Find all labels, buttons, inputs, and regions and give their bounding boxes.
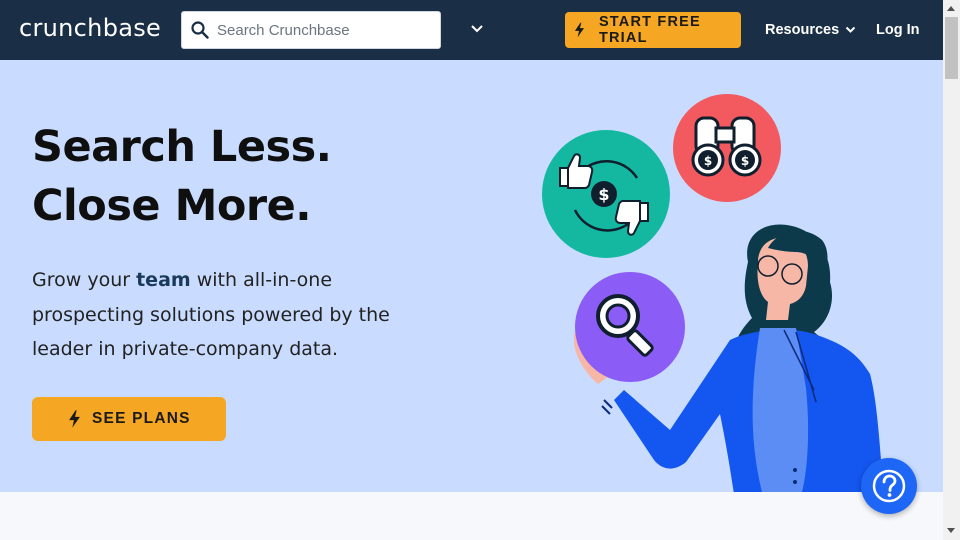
resources-menu[interactable]: Resources [765,22,856,38]
see-plans-button[interactable]: SEE PLANS [32,397,226,441]
crunchbase-logo[interactable]: crunchbase [19,14,161,42]
scroll-up-arrow[interactable] [947,6,955,11]
search-box[interactable] [181,11,441,49]
question-mark-icon [872,469,906,503]
search-input[interactable] [217,21,427,39]
subtext-pre: Grow your [32,269,137,291]
chevron-down-icon [845,26,856,33]
chevron-down-icon[interactable] [470,24,484,34]
search-icon [191,21,209,39]
subtext-emphasis: team [136,269,191,291]
start-free-trial-button[interactable]: START FREE TRIAL [565,12,741,48]
lightning-bolt-icon [69,410,80,428]
thumbs-dollar-badge: $ [542,130,670,258]
svg-text:$: $ [741,154,749,168]
dollar-icon: $ [591,181,617,207]
scroll-down-arrow[interactable] [947,528,955,533]
start-free-trial-label: START FREE TRIAL [598,14,701,46]
log-in-link[interactable]: Log In [876,22,920,38]
scrollbar-thumb[interactable] [945,17,958,79]
resources-label: Resources [765,22,840,38]
search-badge [575,272,685,382]
top-navigation-bar: crunchbase START FREE TRIAL Resources Lo… [0,0,943,60]
svg-text:$: $ [704,154,712,168]
hero-illustration: $ $ $ [542,94,884,492]
next-section [0,492,943,540]
binoculars-badge: $ $ [673,94,781,202]
lightning-bolt-icon [574,22,585,38]
svg-text:$: $ [598,185,609,204]
headline-line-1: Search Less. [32,122,332,172]
hero-section: Search Less. Close More. Grow your team … [0,60,943,492]
help-button[interactable] [861,458,917,514]
hero-subtext: Grow your team with all-in-one prospecti… [32,263,412,367]
headline-line-2: Close More. [32,181,312,231]
hero-headline: Search Less. Close More. [32,118,332,236]
see-plans-label: SEE PLANS [92,410,191,427]
page-scrollbar[interactable] [943,0,960,540]
